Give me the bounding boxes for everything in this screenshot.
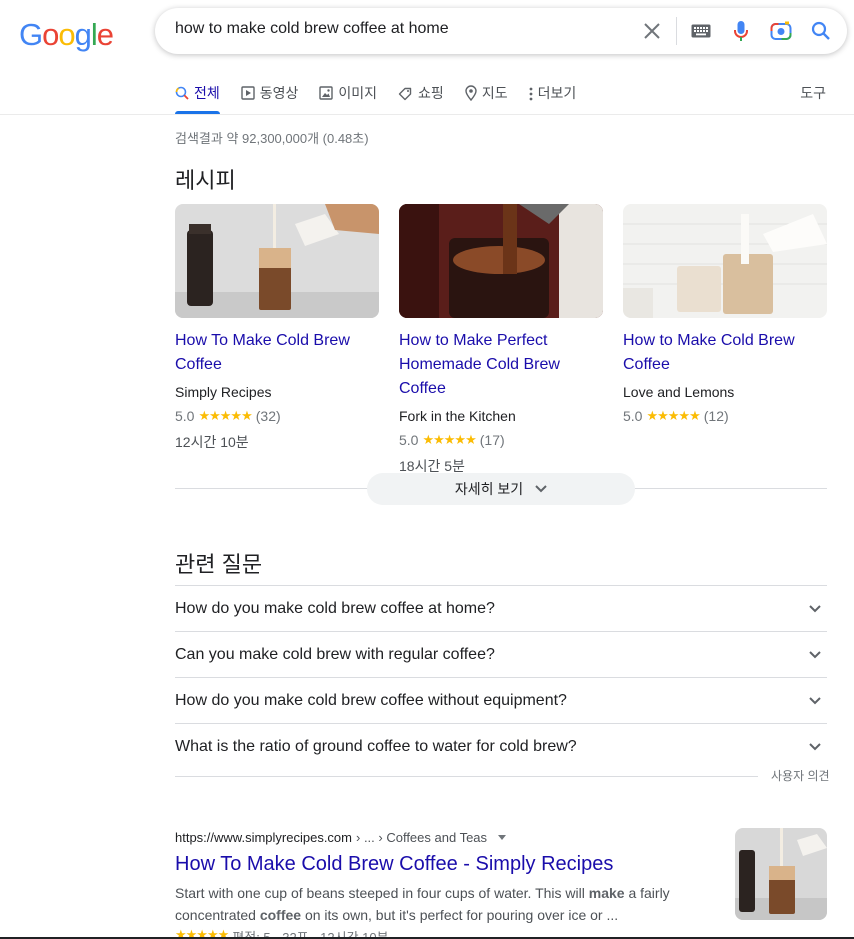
result-breadcrumb: › ... › Coffees and Teas (356, 830, 488, 845)
microphone-icon (734, 21, 748, 41)
rating-value: 5.0 (623, 408, 643, 424)
question-item[interactable]: How do you make cold brew coffee at home… (175, 585, 827, 631)
logo-letter: e (96, 17, 114, 52)
star-icons: ★★★★★ (646, 408, 700, 423)
feedback-link[interactable]: 사용자 의견 (771, 767, 830, 784)
show-more-button[interactable]: 자세히 보기 (367, 473, 635, 505)
question-text: How do you make cold brew coffee at home… (175, 599, 495, 617)
recipe-source: Simply Recipes (175, 384, 272, 400)
rating-count: (17) (479, 432, 505, 448)
question-item[interactable]: What is the ratio of ground coffee to wa… (175, 723, 827, 769)
recipe-carousel: How To Make Cold Brew Coffee Simply Reci… (175, 204, 827, 479)
search-box: how to make cold brew coffee at home (155, 8, 847, 54)
rating-count: (12) (703, 408, 729, 424)
clear-search-button[interactable] (632, 8, 672, 54)
tag-icon (398, 87, 412, 101)
result-stats: 검색결과 약 92,300,000개 (0.48초) (175, 131, 369, 146)
recipes-heading: 레시피 (175, 168, 236, 193)
search-icon (175, 86, 189, 100)
tools-button[interactable]: 도구 (800, 83, 826, 103)
question-item[interactable]: How do you make cold brew coffee without… (175, 677, 827, 723)
star-icons: ★★★★★ (422, 432, 476, 447)
tab-label: 이미지 (338, 85, 378, 101)
tab-label: 지도 (481, 85, 508, 101)
close-icon (644, 23, 660, 39)
result-title[interactable]: How To Make Cold Brew Coffee - Simply Re… (175, 853, 613, 876)
chevron-down-icon (809, 696, 821, 704)
recipe-title[interactable]: How to Make Perfect Homemade Cold Brew C… (399, 329, 603, 401)
search-actions (632, 8, 847, 54)
snippet-highlight: coffee (259, 907, 302, 923)
keyboard-icon (691, 24, 711, 38)
tabs-divider (0, 114, 854, 115)
more-vert-icon (529, 87, 532, 101)
question-text: Can you make cold brew with regular coff… (175, 645, 495, 663)
related-questions: How do you make cold brew coffee at home… (175, 585, 827, 769)
tab-images[interactable]: 이미지 (319, 80, 377, 114)
related-questions-heading: 관련 질문 (175, 552, 263, 577)
logo-letter: G (19, 17, 43, 52)
recipe-image[interactable] (175, 204, 379, 318)
snippet-text: on its own, but it's perfect for pouring… (301, 907, 619, 923)
show-more-label: 자세히 보기 (454, 481, 524, 497)
search-icon (811, 21, 830, 40)
snippet-highlight: make (588, 885, 625, 901)
logo-letter: o (42, 17, 59, 52)
tab-more[interactable]: 더보기 (529, 80, 577, 114)
recipe-title[interactable]: How to Make Cold Brew Coffee (623, 329, 827, 377)
chevron-down-icon (809, 604, 821, 612)
recipe-image[interactable] (399, 204, 603, 318)
chevron-down-icon (535, 485, 547, 493)
star-icons: ★★★★★ (198, 408, 252, 423)
rating-value: 5.0 (399, 432, 419, 448)
caret-down-icon[interactable] (497, 834, 507, 841)
recipe-source: Love and Lemons (623, 384, 735, 400)
chevron-down-icon (809, 650, 821, 658)
search-tabs: 전체 동영상 이미지 쇼핑 지도 더보기 (175, 80, 597, 114)
voice-search-button[interactable] (721, 8, 761, 54)
search-button[interactable] (801, 8, 841, 54)
map-pin-icon (465, 85, 477, 101)
recipe-rating: 5.0 ★★★★★ (17) (399, 427, 603, 453)
divider (175, 776, 758, 777)
keyboard-button[interactable] (681, 8, 721, 54)
question-text: How do you make cold brew coffee without… (175, 691, 567, 709)
logo-letter: g (74, 17, 92, 52)
search-input[interactable]: how to make cold brew coffee at home (175, 20, 449, 38)
recipe-source: Fork in the Kitchen (399, 408, 516, 424)
tab-label: 동영상 (259, 85, 299, 101)
rating-count: (32) (255, 408, 281, 424)
recipe-title[interactable]: How To Make Cold Brew Coffee (175, 329, 379, 377)
tab-label: 더보기 (537, 85, 577, 101)
question-item[interactable]: Can you make cold brew with regular coff… (175, 631, 827, 677)
camera-lens-icon (770, 21, 792, 40)
recipe-card[interactable]: How To Make Cold Brew Coffee Simply Reci… (175, 204, 379, 479)
logo-letter: o (58, 17, 75, 52)
chevron-down-icon (809, 742, 821, 750)
rating-value: 5.0 (175, 408, 195, 424)
google-logo[interactable]: Google (19, 17, 114, 53)
tab-maps[interactable]: 지도 (465, 80, 508, 114)
tab-label: 쇼핑 (418, 85, 444, 101)
image-search-button[interactable] (761, 8, 801, 54)
snippet-text: Start with one cup of beans steeped in f… (175, 885, 589, 901)
result-snippet: Start with one cup of beans steeped in f… (175, 882, 695, 926)
image-icon (319, 86, 334, 100)
result-thumbnail[interactable] (735, 828, 827, 920)
recipe-image[interactable] (623, 204, 827, 318)
recipe-rating: 5.0 ★★★★★ (32) (175, 403, 379, 429)
result-domain: https://www.simplyrecipes.com (175, 830, 352, 845)
tab-label: 전체 (194, 85, 220, 101)
tab-videos[interactable]: 동영상 (241, 80, 299, 114)
tab-shopping[interactable]: 쇼핑 (398, 80, 444, 114)
recipe-rating: 5.0 ★★★★★ (12) (623, 403, 827, 429)
recipe-time: 12시간 10분 (175, 434, 249, 450)
recipe-card[interactable]: How to Make Cold Brew Coffee Love and Le… (623, 204, 827, 479)
play-icon (241, 86, 255, 100)
result-url[interactable]: https://www.simplyrecipes.com › ... › Co… (175, 830, 507, 845)
recipe-card[interactable]: How to Make Perfect Homemade Cold Brew C… (399, 204, 603, 479)
divider (676, 17, 677, 45)
question-text: What is the ratio of ground coffee to wa… (175, 737, 577, 755)
tab-all[interactable]: 전체 (175, 80, 220, 114)
